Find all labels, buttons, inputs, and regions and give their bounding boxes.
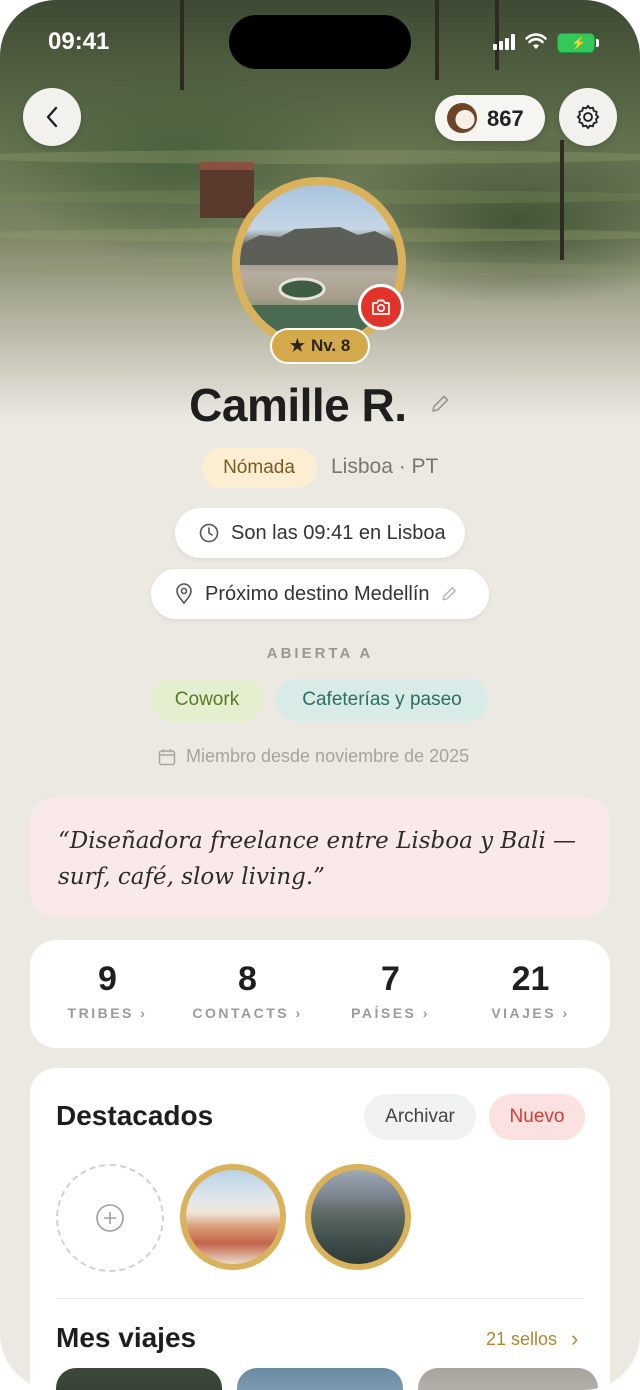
trips-count: 21 sellos — [486, 1328, 558, 1349]
new-highlight-button[interactable]: Nuevo — [489, 1094, 585, 1140]
coin-count: 867 — [487, 106, 524, 131]
gear-icon — [576, 104, 600, 130]
trip-thumbnail[interactable] — [418, 1368, 598, 1390]
profile-name-row: Camille R. — [0, 378, 640, 432]
archive-button[interactable]: Archivar — [364, 1094, 476, 1140]
map-pin-icon — [176, 583, 192, 605]
trip-thumbnail[interactable] — [237, 1368, 403, 1390]
stat-value: 8 — [238, 960, 257, 998]
local-time-text: Son las 09:41 en Lisboa — [231, 521, 446, 544]
trips-count-link[interactable]: 21 sellos › — [486, 1326, 578, 1352]
stat-label: VIAJES — [491, 1005, 557, 1021]
status-bar: 09:41 ⚡ — [0, 0, 640, 80]
signal-icon — [493, 34, 517, 50]
stat-countries[interactable]: 7 PAÍSES › — [318, 960, 463, 1021]
calendar-icon — [158, 748, 176, 765]
settings-button[interactable] — [559, 88, 617, 146]
highlight-thumbnail — [311, 1170, 405, 1264]
chevron-right-icon: › — [295, 1005, 303, 1021]
edit-name-icon[interactable] — [429, 393, 451, 415]
location-label: Lisboa · PT — [331, 455, 439, 478]
stat-value: 9 — [98, 960, 117, 998]
next-destination-text: Próximo destino Medellín — [205, 582, 430, 605]
open-to-label: ABIERTA A — [266, 645, 374, 662]
open-to-chip-cafes: Cafeterías y paseo — [276, 679, 488, 721]
coconut-icon — [447, 103, 477, 133]
trips-title: Mes viajes — [56, 1322, 197, 1353]
bio-quote: “Diseñadora freelance entre Lisboa y Bal… — [30, 797, 610, 917]
highlight-thumbnail — [186, 1170, 280, 1264]
trip-thumbnail[interactable] — [56, 1368, 222, 1390]
next-destination-pill[interactable]: Próximo destino Medellín — [151, 569, 489, 619]
local-time-pill: Son las 09:41 en Lisboa — [175, 508, 465, 558]
traveler-type-chip: Nómada — [201, 448, 317, 488]
back-button[interactable] — [23, 88, 81, 146]
stat-label: CONTACTS — [192, 1005, 290, 1021]
edit-destination-icon[interactable] — [440, 585, 458, 603]
chevron-right-icon: › — [562, 1005, 570, 1021]
battery-icon: ⚡ — [557, 33, 599, 53]
star-icon: ★ — [289, 336, 305, 355]
chevron-right-icon: › — [422, 1005, 430, 1021]
section-divider — [56, 1298, 584, 1299]
chevron-right-icon: › — [571, 1326, 579, 1351]
member-since-text: Miembro desde noviembre de 2025 — [186, 746, 470, 766]
camera-icon — [372, 299, 390, 315]
status-time: 09:41 — [48, 28, 110, 55]
phone-screen: 09:41 ⚡ 867 ★ Nv. 8 Camille R. Nómada Li… — [0, 0, 640, 1390]
chevron-right-icon: › — [140, 1005, 148, 1021]
dynamic-island — [229, 15, 411, 69]
wifi-icon — [525, 33, 547, 49]
open-to-chip-cowork: Cowork — [151, 679, 263, 721]
level-label: Nv. 8 — [310, 336, 351, 355]
profile-name: Camille R. — [189, 379, 407, 431]
clock-icon — [199, 523, 219, 543]
member-since: Miembro desde noviembre de 2025 — [158, 746, 469, 767]
plus-circle-icon — [96, 1204, 124, 1232]
stat-label: PAÍSES — [351, 1005, 417, 1021]
stat-tribes[interactable]: 9 TRIBES › — [35, 960, 180, 1021]
highlight-story[interactable] — [180, 1164, 286, 1270]
level-badge: ★ Nv. 8 — [270, 328, 370, 364]
stat-trips[interactable]: 21 VIAJES › — [458, 960, 603, 1021]
highlights-title: Destacados — [56, 1100, 214, 1131]
stat-contacts[interactable]: 8 CONTACTS › — [175, 960, 320, 1021]
change-photo-button[interactable] — [358, 284, 404, 330]
chevron-left-icon — [46, 106, 58, 128]
highlight-story[interactable] — [305, 1164, 411, 1270]
stats-card: 9 TRIBES › 8 CONTACTS › 7 PAÍSES › 21 VI… — [30, 940, 610, 1048]
coin-balance-button[interactable]: 867 — [435, 95, 545, 141]
stat-value: 7 — [381, 960, 400, 998]
stat-value: 21 — [511, 960, 550, 998]
add-highlight-button[interactable] — [56, 1164, 164, 1272]
highlights-card: Destacados Archivar Nuevo Mes viajes 21 … — [30, 1068, 610, 1390]
stat-label: TRIBES — [67, 1005, 134, 1021]
